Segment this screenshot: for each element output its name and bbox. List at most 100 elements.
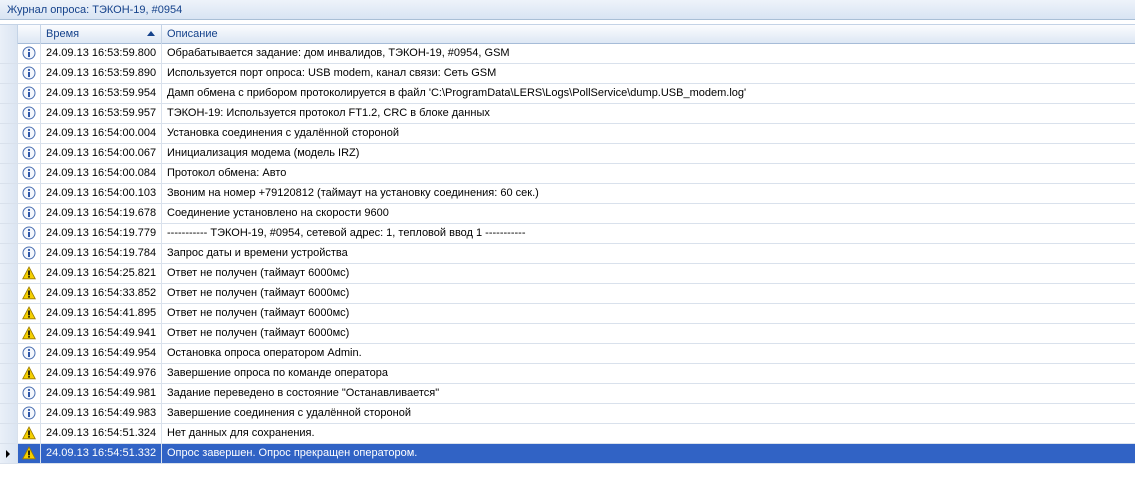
- row-indicator[interactable]: [0, 44, 18, 63]
- table-row[interactable]: 24.09.13 16:53:59.800 Обрабатывается зада…: [0, 44, 1135, 64]
- warning-icon: [22, 286, 36, 300]
- warning-icon: [22, 426, 36, 440]
- row-description: Используется порт опроса: USB modem, кан…: [167, 67, 497, 79]
- table-row[interactable]: 24.09.13 16:54:00.067 Инициализация модем…: [0, 144, 1135, 164]
- row-indicator[interactable]: [0, 204, 18, 223]
- row-time: 24.09.13 16:54:19.678: [41, 204, 162, 223]
- poll-log-grid[interactable]: Время Описание 24.09.13 16:53:59.800 Обра…: [0, 24, 1135, 464]
- table-row[interactable]: 24.09.13 16:54:41.895 Ответ не получен (т…: [0, 304, 1135, 324]
- table-row[interactable]: 24.09.13 16:54:51.324 Нет данных для сохр…: [0, 424, 1135, 444]
- row-description: Инициализация модема (модель IRZ): [167, 147, 360, 159]
- table-row[interactable]: 24.09.13 16:54:33.852 Ответ не получен (т…: [0, 284, 1135, 304]
- info-icon: [22, 186, 36, 200]
- row-time: 24.09.13 16:54:00.067: [41, 144, 162, 163]
- row-time: 24.09.13 16:54:00.103: [41, 184, 162, 203]
- row-time: 24.09.13 16:54:19.784: [41, 244, 162, 263]
- table-row[interactable]: 24.09.13 16:54:49.941 Ответ не получен (т…: [0, 324, 1135, 344]
- warning-icon: [22, 366, 36, 380]
- header-description-label: Описание: [167, 28, 218, 40]
- table-row[interactable]: 24.09.13 16:54:19.784 Запрос даты и време…: [0, 244, 1135, 264]
- row-description: Дамп обмена с прибором протоколируется в…: [167, 87, 747, 99]
- row-indicator[interactable]: [0, 364, 18, 383]
- row-indicator[interactable]: [0, 64, 18, 83]
- row-time: 24.09.13 16:54:49.941: [41, 324, 162, 343]
- table-row[interactable]: 24.09.13 16:54:00.084 Протокол обмена: Ав…: [0, 164, 1135, 184]
- row-time: 24.09.13 16:54:49.983: [41, 404, 162, 423]
- current-row-icon: [6, 450, 10, 458]
- row-time: 24.09.13 16:54:19.779: [41, 224, 162, 243]
- row-indicator[interactable]: [0, 264, 18, 283]
- row-indicator[interactable]: [0, 304, 18, 323]
- row-time: 24.09.13 16:54:41.895: [41, 304, 162, 323]
- row-icon-cell: [18, 244, 41, 263]
- info-icon: [22, 126, 36, 140]
- row-icon-cell: [18, 224, 41, 243]
- row-icon-cell: [18, 204, 41, 223]
- row-indicator[interactable]: [0, 424, 18, 443]
- info-icon: [22, 106, 36, 120]
- row-time: 24.09.13 16:54:49.954: [41, 344, 162, 363]
- table-row[interactable]: 24.09.13 16:54:51.332 Опрос завершен. Опр…: [0, 444, 1135, 464]
- row-indicator[interactable]: [0, 384, 18, 403]
- table-row[interactable]: 24.09.13 16:53:59.890 Используется порт о…: [0, 64, 1135, 84]
- row-indicator[interactable]: [0, 344, 18, 363]
- row-icon-cell: [18, 164, 41, 183]
- row-indicator[interactable]: [0, 284, 18, 303]
- header-description[interactable]: Описание: [162, 25, 1135, 44]
- table-row[interactable]: 24.09.13 16:54:25.821 Ответ не получен (т…: [0, 264, 1135, 284]
- row-icon-cell: [18, 444, 41, 463]
- row-indicator[interactable]: [0, 84, 18, 103]
- grid-rows: 24.09.13 16:53:59.800 Обрабатывается зада…: [0, 44, 1135, 464]
- window-title: Журнал опроса: ТЭКОН-19, #0954: [7, 4, 183, 16]
- row-description: Обрабатывается задание: дом инвалидов, Т…: [167, 47, 510, 59]
- table-row[interactable]: 24.09.13 16:54:49.954 Остановка опроса оп…: [0, 344, 1135, 364]
- row-indicator[interactable]: [0, 324, 18, 343]
- row-time: 24.09.13 16:54:00.084: [41, 164, 162, 183]
- table-row[interactable]: 24.09.13 16:54:49.983 Завершение соединен…: [0, 404, 1135, 424]
- table-row[interactable]: 24.09.13 16:54:19.779 ----------- ТЭКОН-1…: [0, 224, 1135, 244]
- sort-ascending-icon: [147, 31, 155, 36]
- row-indicator[interactable]: [0, 144, 18, 163]
- row-indicator[interactable]: [0, 224, 18, 243]
- table-row[interactable]: 24.09.13 16:54:00.103 Звоним на номер +79…: [0, 184, 1135, 204]
- row-description: Задание переведено в состояние "Останавл…: [167, 387, 440, 399]
- table-row[interactable]: 24.09.13 16:53:59.957 ТЭКОН-19: Используе…: [0, 104, 1135, 124]
- window-title-bar: Журнал опроса: ТЭКОН-19, #0954: [0, 0, 1135, 20]
- row-indicator[interactable]: [0, 444, 18, 463]
- table-row[interactable]: 24.09.13 16:54:49.976 Завершение опроса п…: [0, 364, 1135, 384]
- row-time: 24.09.13 16:54:25.821: [41, 264, 162, 283]
- warning-icon: [22, 326, 36, 340]
- header-icon-column[interactable]: [18, 25, 41, 44]
- row-icon-cell: [18, 404, 41, 423]
- info-icon: [22, 166, 36, 180]
- warning-icon: [22, 446, 36, 460]
- header-time[interactable]: Время: [41, 25, 162, 44]
- grid-header: Время Описание: [0, 24, 1135, 44]
- warning-icon: [22, 266, 36, 280]
- row-description: Запрос даты и времени устройства: [167, 247, 348, 259]
- row-icon-cell: [18, 44, 41, 63]
- row-icon-cell: [18, 344, 41, 363]
- row-indicator[interactable]: [0, 404, 18, 423]
- row-time: 24.09.13 16:53:59.800: [41, 44, 162, 63]
- table-row[interactable]: 24.09.13 16:53:59.954 Дамп обмена с прибо…: [0, 84, 1135, 104]
- row-time: 24.09.13 16:53:59.954: [41, 84, 162, 103]
- row-indicator[interactable]: [0, 184, 18, 203]
- info-icon: [22, 406, 36, 420]
- row-indicator[interactable]: [0, 164, 18, 183]
- row-description: Протокол обмена: Авто: [167, 167, 287, 179]
- row-icon-cell: [18, 364, 41, 383]
- row-indicator[interactable]: [0, 124, 18, 143]
- info-icon: [22, 206, 36, 220]
- table-row[interactable]: 24.09.13 16:54:49.981 Задание переведено …: [0, 384, 1135, 404]
- table-row[interactable]: 24.09.13 16:54:19.678 Соединение установл…: [0, 204, 1135, 224]
- row-indicator[interactable]: [0, 104, 18, 123]
- row-description: Нет данных для сохранения.: [167, 427, 315, 439]
- row-indicator[interactable]: [0, 244, 18, 263]
- row-icon-cell: [18, 184, 41, 203]
- table-row[interactable]: 24.09.13 16:54:00.004 Установка соединени…: [0, 124, 1135, 144]
- row-description: Установка соединения с удалённой стороно…: [167, 127, 399, 139]
- row-time: 24.09.13 16:54:33.852: [41, 284, 162, 303]
- row-description: Ответ не получен (таймаут 6000мс): [167, 307, 350, 319]
- row-time: 24.09.13 16:53:59.957: [41, 104, 162, 123]
